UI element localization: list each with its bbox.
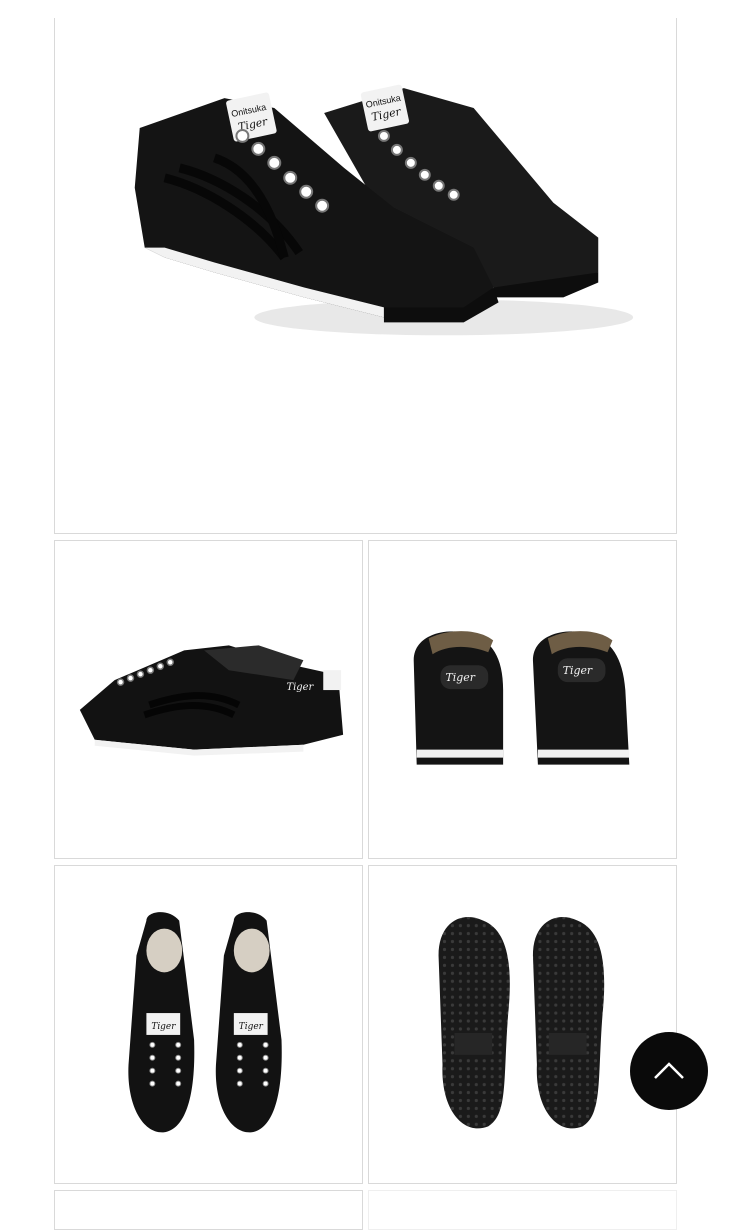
top-shoe-illustration: Tiger Tiger xyxy=(128,912,282,1133)
thumbnail-next-right[interactable] xyxy=(368,1190,677,1230)
sole-shoe-illustration xyxy=(438,917,605,1129)
scroll-to-top-button[interactable] xyxy=(630,1032,708,1110)
thumbnail-top-view[interactable]: Tiger Tiger xyxy=(54,865,363,1184)
sole-right xyxy=(532,917,605,1129)
back-shoe-illustration: Tiger Tiger xyxy=(413,631,630,765)
thumbnail-back-view[interactable]: Tiger Tiger xyxy=(368,540,677,859)
thumbnail-next-left[interactable] xyxy=(54,1190,363,1230)
thumbnail-side-view[interactable]: Tiger xyxy=(54,540,363,859)
main-product-image[interactable]: Onitsuka Tiger Onitsuka Tiger xyxy=(54,18,677,534)
thumbnail-sole-view[interactable] xyxy=(368,865,677,1184)
svg-text:Tiger: Tiger xyxy=(151,1022,176,1032)
svg-text:Tiger: Tiger xyxy=(239,1022,264,1032)
side-shoe-illustration: Tiger xyxy=(79,645,344,756)
sole-left xyxy=(438,917,510,1129)
svg-text:Tiger: Tiger xyxy=(563,664,593,677)
chevron-up-icon xyxy=(654,1062,684,1079)
svg-text:Tiger: Tiger xyxy=(446,671,476,684)
main-shoe-illustration: Onitsuka Tiger Onitsuka Tiger xyxy=(134,84,634,336)
svg-text:Tiger: Tiger xyxy=(286,682,314,693)
